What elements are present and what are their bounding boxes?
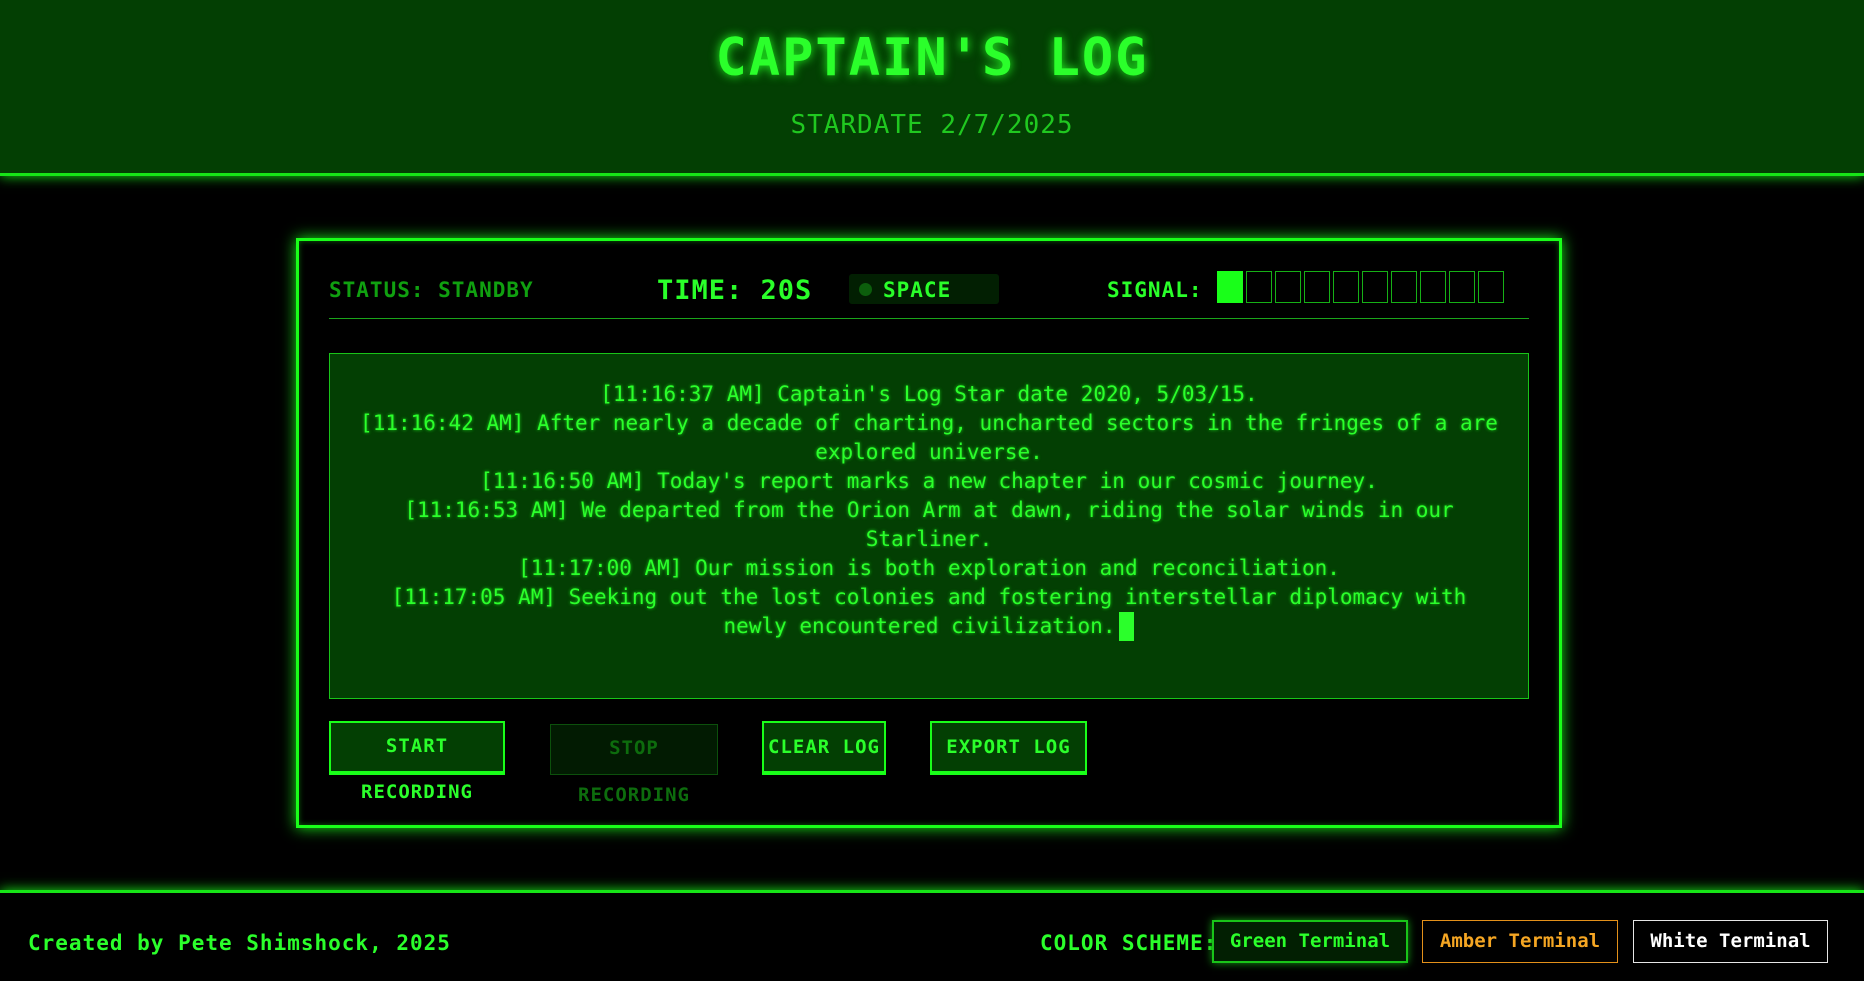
stop-recording-button[interactable]: STOP RECORDING <box>550 724 718 806</box>
start-recording-button[interactable]: START RECORDING <box>329 721 505 803</box>
log-entry: [11:16:50 AM] Today's report marks a new… <box>480 469 1378 493</box>
export-log-button[interactable]: EXPORT LOG <box>930 721 1087 775</box>
text-cursor-icon <box>1119 612 1135 641</box>
space-mode-label: SPACE <box>883 278 952 302</box>
log-entry: [11:17:00 AM] Our mission is both explor… <box>518 556 1340 580</box>
log-entry: [11:17:05 AM] Seeking out the lost colon… <box>358 583 1500 641</box>
status-bar: STATUS: STANDBY TIME: 20S SPACE SIGNAL: <box>329 271 1529 319</box>
signal-bar <box>1449 271 1475 303</box>
status-text: STATUS: STANDBY <box>329 278 534 302</box>
page-title: CAPTAIN'S LOG <box>715 28 1149 88</box>
credit-text: Created by Pete Shimshock, 2025 <box>28 931 451 955</box>
amber-terminal-button[interactable]: Amber Terminal <box>1422 920 1618 963</box>
signal-label: SIGNAL: <box>1107 278 1203 302</box>
log-entry: [11:16:42 AM] After nearly a decade of c… <box>360 411 1498 464</box>
green-terminal-button[interactable]: Green Terminal <box>1212 920 1408 963</box>
signal-bar <box>1304 271 1330 303</box>
signal-bar <box>1478 271 1504 303</box>
signal-bar <box>1246 271 1272 303</box>
log-display[interactable]: [11:16:37 AM] Captain's Log Star date 20… <box>329 353 1529 699</box>
clear-log-button[interactable]: CLEAR LOG <box>762 721 886 775</box>
signal-bar <box>1333 271 1359 303</box>
signal-bar <box>1275 271 1301 303</box>
signal-bar <box>1362 271 1388 303</box>
stardate-subtitle: STARDATE 2/7/2025 <box>790 110 1074 140</box>
signal-meter <box>1217 271 1504 303</box>
recording-timer: TIME: 20S <box>657 275 813 306</box>
signal-bar <box>1420 271 1446 303</box>
app-footer: Created by Pete Shimshock, 2025 COLOR SC… <box>0 890 1864 981</box>
log-panel: STATUS: STANDBY TIME: 20S SPACE SIGNAL: … <box>296 238 1562 828</box>
log-entry: [11:16:37 AM] Captain's Log Star date 20… <box>600 382 1258 406</box>
color-scheme-label: COLOR SCHEME: <box>1040 931 1218 955</box>
indicator-dot-icon <box>859 283 872 296</box>
signal-bar <box>1217 271 1243 303</box>
white-terminal-button[interactable]: White Terminal <box>1633 920 1828 963</box>
app-header: CAPTAIN'S LOG STARDATE 2/7/2025 <box>0 0 1864 176</box>
log-entry: [11:16:53 AM] We departed from the Orion… <box>404 498 1454 551</box>
signal-bar <box>1391 271 1417 303</box>
space-mode-indicator: SPACE <box>849 274 999 304</box>
